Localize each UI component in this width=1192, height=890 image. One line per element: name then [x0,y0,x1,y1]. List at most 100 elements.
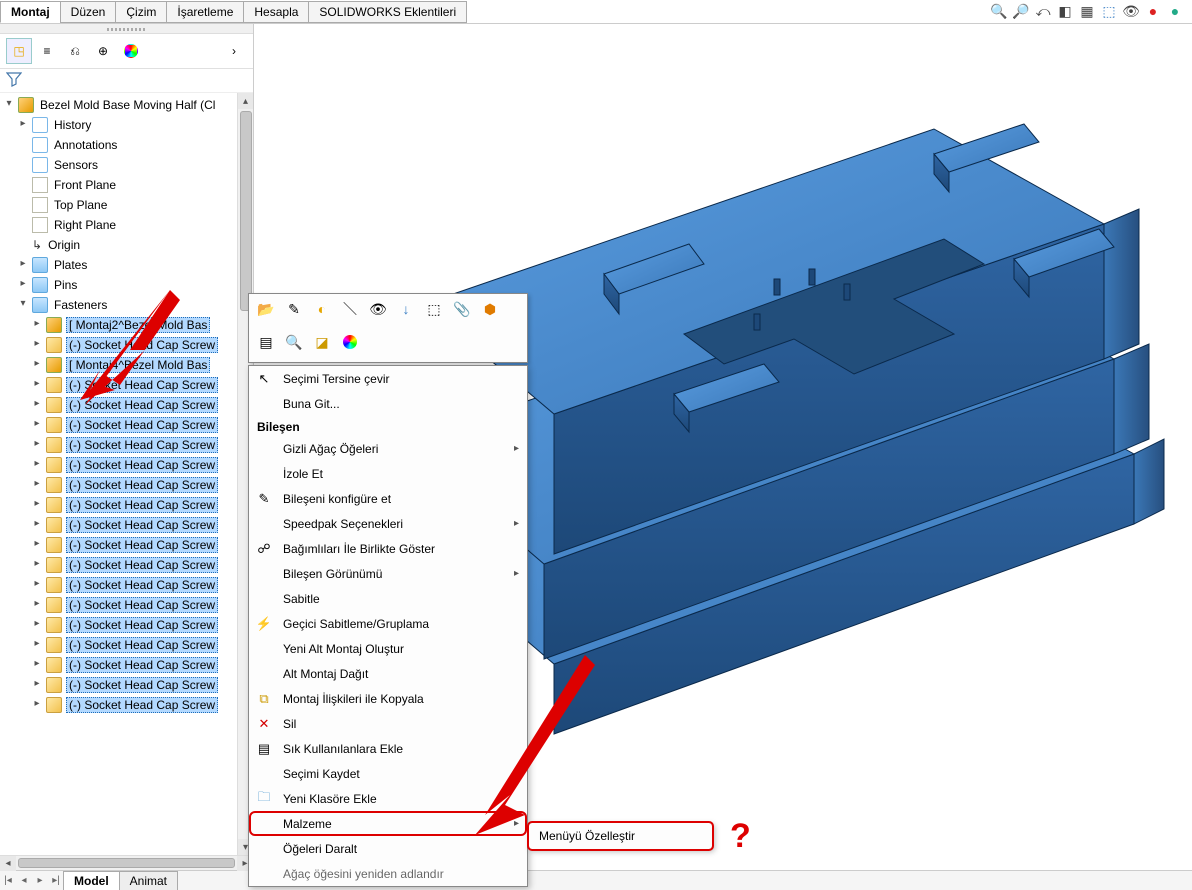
tree-fastener-item[interactable]: ▸(-) Socket Head Cap Screw [0,535,237,555]
isolate-icon[interactable]: ⬚ [423,298,445,320]
dimxpert-manager-icon[interactable]: ⊕ [90,38,116,64]
ctx-show-with-dependents[interactable]: ☍Bağımlıları İle Birlikte Göster [249,536,527,561]
open-part-icon[interactable]: 📂 [255,298,277,320]
ctx-goto[interactable]: Buna Git... [249,391,527,416]
previous-view-icon[interactable]: ⤺ [1034,2,1052,20]
tab-hesapla[interactable]: Hesapla [243,1,309,23]
panel-grip[interactable] [0,24,253,34]
expand-flyout-icon[interactable]: › [221,38,247,64]
tree-fastener-item[interactable]: ▸(-) Socket Head Cap Screw [0,575,237,595]
hide-icon[interactable]: ＼ [339,298,361,320]
tree-fastener-item[interactable]: ▸(-) Socket Head Cap Screw [0,415,237,435]
tree-sensors[interactable]: Sensors [0,155,237,175]
tree-front-plane[interactable]: Front Plane [0,175,237,195]
scroll-thumb[interactable] [240,111,252,311]
tree-fastener-item[interactable]: ▸(-) Socket Head Cap Screw [0,655,237,675]
feature-manager-icon[interactable]: ◳ [6,38,32,64]
ctx-copy-with-mates[interactable]: ⧉Montaj İlişkileri ile Kopyala [249,686,527,711]
submenu-customize[interactable]: Menüyü Özelleştir [539,829,635,843]
scroll-left-icon[interactable]: ◂ [0,856,16,871]
tree-root[interactable]: ▾Bezel Mold Base Moving Half (Cl [0,95,237,115]
tree-fastener-item[interactable]: ▸(-) Socket Head Cap Screw [0,695,237,715]
tree-fastener-item[interactable]: ▸(-) Socket Head Cap Screw [0,395,237,415]
ctx-add-favorites[interactable]: ▤Sık Kullanılanlara Ekle [249,736,527,761]
tree-fastener-item[interactable]: ▸(-) Socket Head Cap Screw [0,595,237,615]
ctx-add-to-new-folder[interactable]: 🗀Yeni Klasöre Ekle [249,786,527,811]
tree-right-plane[interactable]: Right Plane [0,215,237,235]
tree-fastener-item[interactable]: ▸(-) Socket Head Cap Screw [0,375,237,395]
filter-bar[interactable] [0,69,253,93]
tree-fasteners[interactable]: ▾Fasteners [0,295,237,315]
hide-show-icon[interactable]: 👁 [1122,2,1140,20]
display-style-icon[interactable]: ⬚ [1100,2,1118,20]
tree-plates[interactable]: ▸Plates [0,255,237,275]
appearance-icon[interactable]: ● [1144,2,1162,20]
configure-icon[interactable]: ⬢ [479,298,501,320]
ctx-speedpak[interactable]: Speedpak Seçenekleri▸ [249,511,527,536]
ctx-delete[interactable]: ✕Sil [249,711,527,736]
ctx-rename-tree-item[interactable]: Ağaç öğesini yeniden adlandır [249,861,527,886]
edit-part-icon[interactable]: ✎ [283,298,305,320]
tab-montaj[interactable]: Montaj [0,1,61,23]
tab-cizim[interactable]: Çizim [115,1,167,23]
ctx-configure-component[interactable]: ✎Bileşeni konfigüre et [249,486,527,511]
funnel-icon[interactable] [6,71,22,87]
tree-top-plane[interactable]: Top Plane [0,195,237,215]
ctx-isolate[interactable]: İzole Et [249,461,527,486]
tree-fastener-item[interactable]: ▸[ Montaj4^Bezel Mold Bas [0,355,237,375]
suppress-icon[interactable]: ◐ [311,298,333,320]
tree-fastener-item[interactable]: ▸(-) Socket Head Cap Screw [0,675,237,695]
zoom-fit-icon[interactable]: 🔍 [990,2,1008,20]
tab-eklentiler[interactable]: SOLIDWORKS Eklentileri [308,1,467,23]
transparency-icon[interactable]: ↓ [395,298,417,320]
ctx-fix[interactable]: Sabitle [249,586,527,611]
ctx-collapse-items[interactable]: Öğeleri Daralt [249,836,527,861]
appearance-dropdown-icon[interactable] [339,331,361,353]
tree-history[interactable]: ▸History [0,115,237,135]
zoom-area-icon[interactable]: 🔎 [1012,2,1030,20]
tab-isaretleme[interactable]: İşaretleme [166,1,244,23]
show-icon[interactable]: 👁 [367,298,389,320]
tree-fastener-item[interactable]: ▸[ Montaj2^Bezel Mold Bas [0,315,237,335]
section-view-icon[interactable]: ◧ [1056,2,1074,20]
ctx-component-display[interactable]: Bileşen Görünümü▸ [249,561,527,586]
tree-origin[interactable]: ↳Origin [0,235,237,255]
ctx-dissolve-subassembly[interactable]: Alt Montaj Dağıt [249,661,527,686]
tab-duzen[interactable]: Düzen [60,1,117,23]
ctx-hidden-tree-items[interactable]: Gizli Ağaç Öğeleri▸ [249,436,527,461]
view-orientation-icon[interactable]: ▦ [1078,2,1096,20]
tree-annotations[interactable]: Annotations [0,135,237,155]
display-manager-icon[interactable] [118,38,144,64]
normal-to-icon[interactable]: ◪ [311,331,333,353]
tree-fastener-item[interactable]: ▸(-) Socket Head Cap Screw [0,435,237,455]
tree-fastener-item[interactable]: ▸(-) Socket Head Cap Screw [0,455,237,475]
tree-fastener-item[interactable]: ▸(-) Socket Head Cap Screw [0,615,237,635]
tree-fastener-item[interactable]: ▸(-) Socket Head Cap Screw [0,555,237,575]
tree-fastener-item[interactable]: ▸(-) Socket Head Cap Screw [0,335,237,355]
bottom-tab-animation[interactable]: Animat [119,871,178,890]
ctx-temp-fix[interactable]: ⚡Geçici Sabitleme/Gruplama [249,611,527,636]
tab-prev-icon[interactable]: ◂ [16,872,32,890]
fix-icon[interactable]: 📎 [451,298,473,320]
tree-fastener-item[interactable]: ▸(-) Socket Head Cap Screw [0,475,237,495]
tree-fastener-item[interactable]: ▸(-) Socket Head Cap Screw [0,635,237,655]
bottom-tab-model[interactable]: Model [63,871,120,890]
properties-icon[interactable]: ▤ [255,331,277,353]
tab-last-icon[interactable]: ▸| [48,872,64,890]
zoom-to-icon[interactable]: 🔍 [283,331,305,353]
scroll-thumb-h[interactable] [18,858,235,868]
tree-fastener-item[interactable]: ▸(-) Socket Head Cap Screw [0,515,237,535]
tree-horizontal-scrollbar[interactable]: ◂ ▸ [0,855,253,870]
property-manager-icon[interactable]: ≡ [34,38,60,64]
tree-pins[interactable]: ▸Pins [0,275,237,295]
ctx-save-selection[interactable]: Seçimi Kaydet [249,761,527,786]
ctx-new-subassembly[interactable]: Yeni Alt Montaj Oluştur [249,636,527,661]
scene-icon[interactable]: ● [1166,2,1184,20]
tree-fastener-item[interactable]: ▸(-) Socket Head Cap Screw [0,495,237,515]
feature-tree[interactable]: ▾Bezel Mold Base Moving Half (Cl ▸Histor… [0,93,253,855]
ctx-material[interactable]: Malzeme▸ [249,811,527,836]
configuration-manager-icon[interactable]: ⎌ [62,38,88,64]
scroll-up-icon[interactable]: ▴ [238,93,254,109]
tab-first-icon[interactable]: |◂ [0,872,16,890]
tab-next-icon[interactable]: ▸ [32,872,48,890]
